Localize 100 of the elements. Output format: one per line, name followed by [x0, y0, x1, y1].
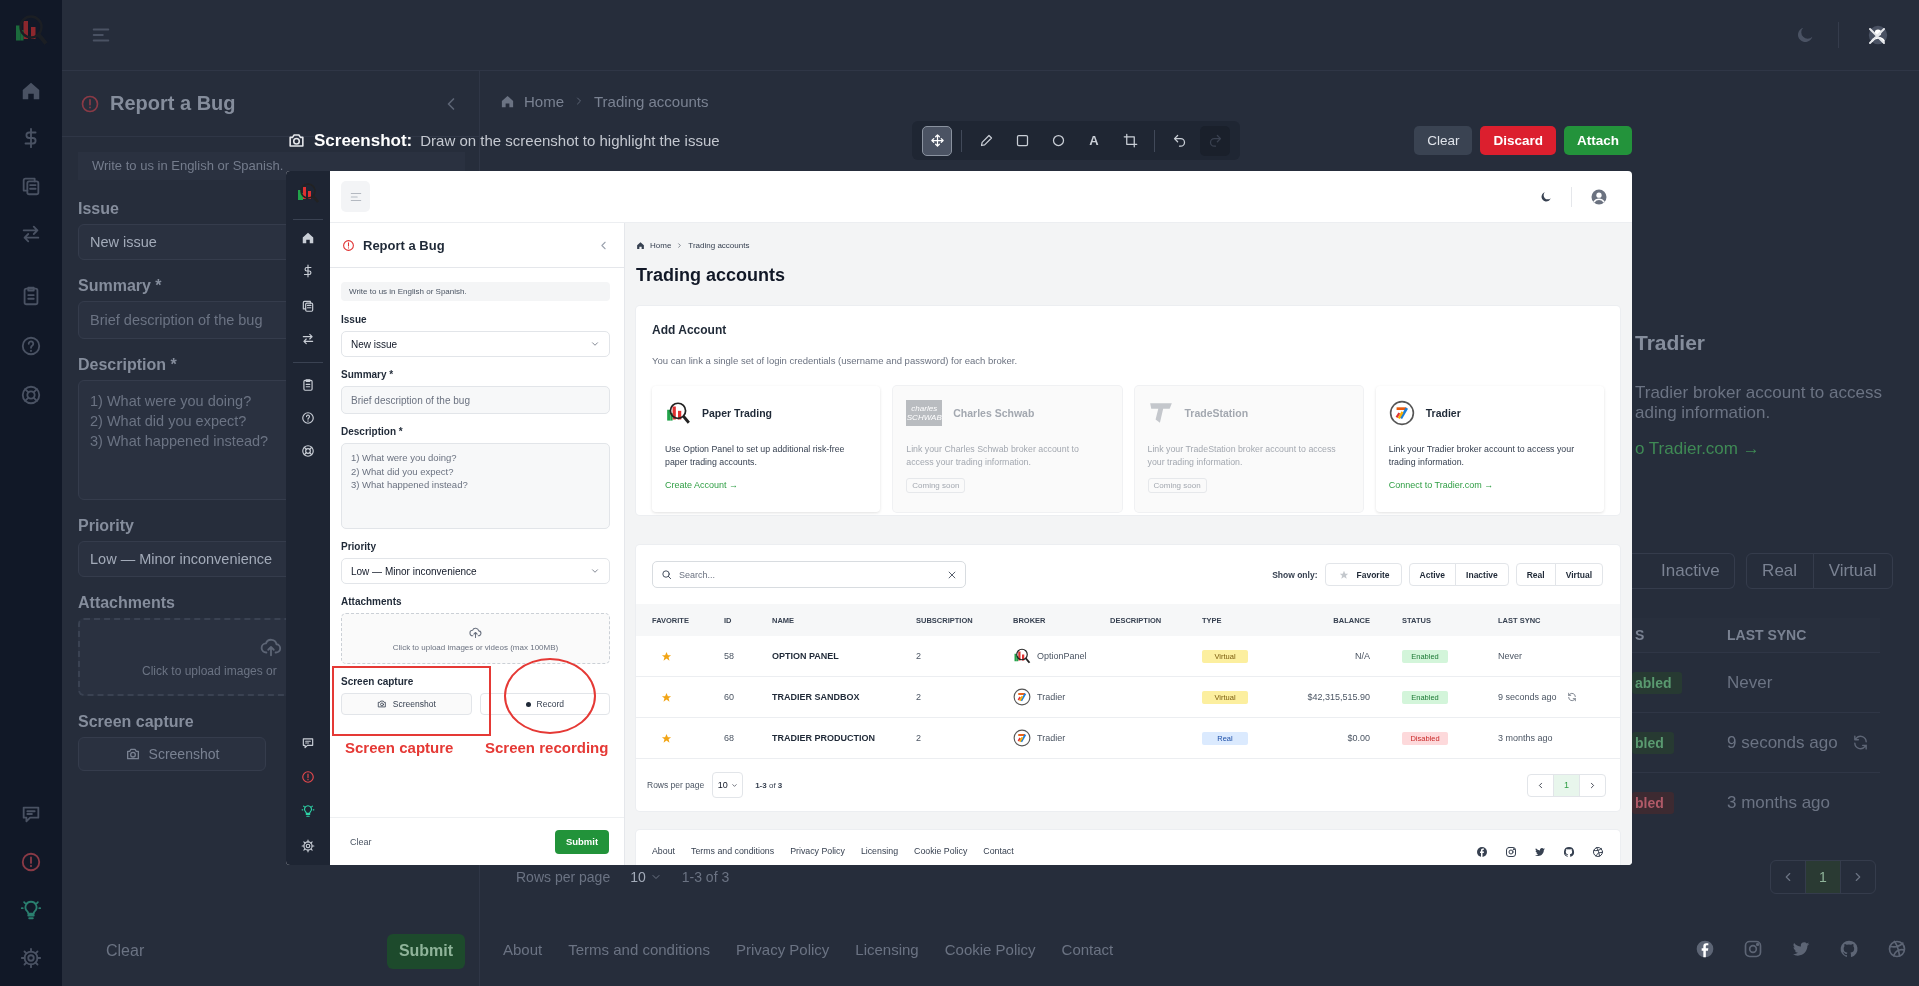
provider-link[interactable]: Create Account →: [665, 480, 739, 490]
screenshot-button[interactable]: Screenshot: [78, 737, 266, 771]
field-label: Attachments: [341, 595, 403, 609]
table-cell: Tradier: [1037, 733, 1066, 743]
field-label: Summary *: [78, 276, 162, 296]
github-icon[interactable]: [1563, 846, 1575, 858]
upload-icon: [469, 625, 482, 639]
record-button[interactable]: Record: [479, 693, 610, 715]
dollar-icon[interactable]: [301, 264, 315, 278]
circle-icon: [1050, 133, 1066, 148]
footer-link[interactable]: Contact: [983, 846, 1014, 856]
table-cell-text: 2: [916, 651, 922, 661]
breadcrumb-current: Trading accounts: [688, 240, 750, 250]
footer-link[interactable]: Terms and conditions: [691, 846, 775, 856]
discard-button[interactable]: Discard: [1480, 126, 1556, 155]
column-header: S: [1634, 627, 1646, 643]
footer-link[interactable]: Terms and conditions: [568, 940, 710, 958]
page-button[interactable]: 1: [1553, 773, 1580, 797]
footer-link[interactable]: Cookie Policy: [944, 940, 1036, 958]
footer-link[interactable]: Licensing: [855, 940, 919, 958]
provider-card[interactable]: Paper Trading Use Option Panel to set up additional risk-free paper trading accounts. Create Account →: [652, 386, 881, 512]
field-label: Priority: [78, 516, 134, 536]
alert-icon[interactable]: [20, 851, 42, 873]
text-tool-button[interactable]: A: [1079, 125, 1109, 156]
star-icon[interactable]: [661, 691, 672, 703]
dribbble-icon[interactable]: [1592, 846, 1604, 858]
search-field[interactable]: Search...: [652, 561, 966, 588]
clear-button[interactable]: Clear: [350, 836, 372, 847]
clear-button[interactable]: Clear: [106, 942, 145, 960]
page-range: 1-3 of 3: [755, 780, 783, 790]
footer-link[interactable]: Cookie Policy: [914, 846, 968, 856]
footer-link[interactable]: About: [503, 940, 543, 958]
lightbulb-icon[interactable]: [301, 804, 315, 818]
twitter-icon[interactable]: [1534, 846, 1546, 858]
facebook-icon[interactable]: [1695, 939, 1715, 959]
breadcrumb-current: Trading accounts: [594, 92, 709, 110]
swap-arrows-icon[interactable]: [301, 332, 315, 346]
move-tool-button[interactable]: [922, 125, 952, 156]
card-description: You can link a single set of login credentials (username and password) for each broker.: [652, 354, 1019, 368]
star-icon[interactable]: [661, 732, 672, 744]
lightbulb-icon[interactable]: [20, 899, 42, 921]
footer-link[interactable]: About: [652, 846, 675, 856]
documents-icon[interactable]: [301, 299, 315, 313]
footer-link[interactable]: Privacy Policy: [735, 940, 830, 958]
provider-link[interactable]: Connect to Tradier.com →: [1388, 480, 1494, 490]
breadcrumb-link[interactable]: Home: [524, 92, 564, 110]
broker-logo-icon: charles SCHWAB: [906, 400, 943, 426]
star-icon[interactable]: [661, 650, 672, 662]
dropdown-field[interactable]: Low — Minor inconvenience: [341, 558, 610, 584]
table-cell-text: N/A: [1354, 651, 1370, 661]
table-cell-text: TRADIER PRODUCTION: [772, 733, 876, 743]
filter-button[interactable]: Virtual: [1812, 553, 1893, 589]
chat-icon[interactable]: [301, 736, 315, 750]
facebook-icon[interactable]: [1476, 846, 1488, 858]
rows-per-page-label: Rows per page: [516, 869, 611, 885]
instagram-icon[interactable]: [1505, 846, 1517, 858]
filter-button[interactable]: Real: [1745, 553, 1814, 589]
submit-button[interactable]: Submit: [387, 933, 465, 969]
field-label: Screen capture: [78, 712, 194, 732]
page-button[interactable]: 1: [1805, 860, 1841, 894]
rows-per-page-label: Rows per page: [647, 780, 705, 790]
alert-icon[interactable]: [301, 770, 315, 784]
dropdown-field[interactable]: New issue: [341, 331, 610, 357]
search-icon: [661, 569, 672, 580]
refresh-icon[interactable]: [1851, 734, 1869, 751]
footer-link[interactable]: Privacy Policy: [790, 846, 845, 856]
table-cell: 9 seconds ago: [1498, 692, 1557, 702]
footer-link[interactable]: Licensing: [860, 846, 899, 856]
screenshot-button[interactable]: Screenshot: [341, 693, 472, 715]
attach-button[interactable]: Attach: [1564, 126, 1632, 155]
clipboard-icon[interactable]: [301, 378, 315, 392]
rows-per-page-select[interactable]: 10: [712, 772, 744, 798]
rows-per-page-select[interactable]: 10: [630, 864, 662, 890]
breadcrumb-link[interactable]: Home: [650, 240, 672, 250]
filter-button[interactable]: Virtual: [1554, 563, 1603, 586]
table-cell: Never: [1727, 672, 1773, 693]
clear-button[interactable]: Clear: [1414, 126, 1473, 155]
footer-link[interactable]: Contact: [1061, 940, 1114, 958]
provider-name: Paper Trading: [702, 407, 773, 419]
provider-card[interactable]: Tradier Link your Tradier broker account to access your trading information. Connect to Tradier.com →: [1375, 386, 1604, 512]
connect-link[interactable]: o Tradier.com →: [1635, 439, 1760, 459]
table-cell-text: 58: [724, 651, 735, 661]
broker-logo-icon: [1013, 647, 1031, 665]
upload-area[interactable]: Click to upload images or videos (max 100MB): [341, 613, 610, 664]
chevron-right-icon: [676, 241, 684, 249]
filter-button[interactable]: Real: [1515, 563, 1556, 586]
table-cell: 3 months ago: [1498, 733, 1553, 743]
refresh-icon[interactable]: [1566, 692, 1577, 702]
clear-search-icon[interactable]: [947, 569, 957, 580]
status-badge: abled: [1632, 671, 1682, 694]
move-icon: [929, 133, 945, 148]
submit-button[interactable]: Submit: [555, 829, 609, 854]
table-cell: Never: [1498, 651, 1522, 661]
broker-logo-icon: [1013, 729, 1031, 747]
moon-icon[interactable]: [1539, 189, 1553, 204]
filter-button[interactable]: Inactive: [1455, 563, 1509, 586]
filter-button[interactable]: Favorite: [1325, 563, 1402, 586]
field-label: Description *: [341, 425, 404, 439]
home-icon[interactable]: [301, 231, 315, 245]
filter-button[interactable]: Active: [1408, 563, 1457, 586]
